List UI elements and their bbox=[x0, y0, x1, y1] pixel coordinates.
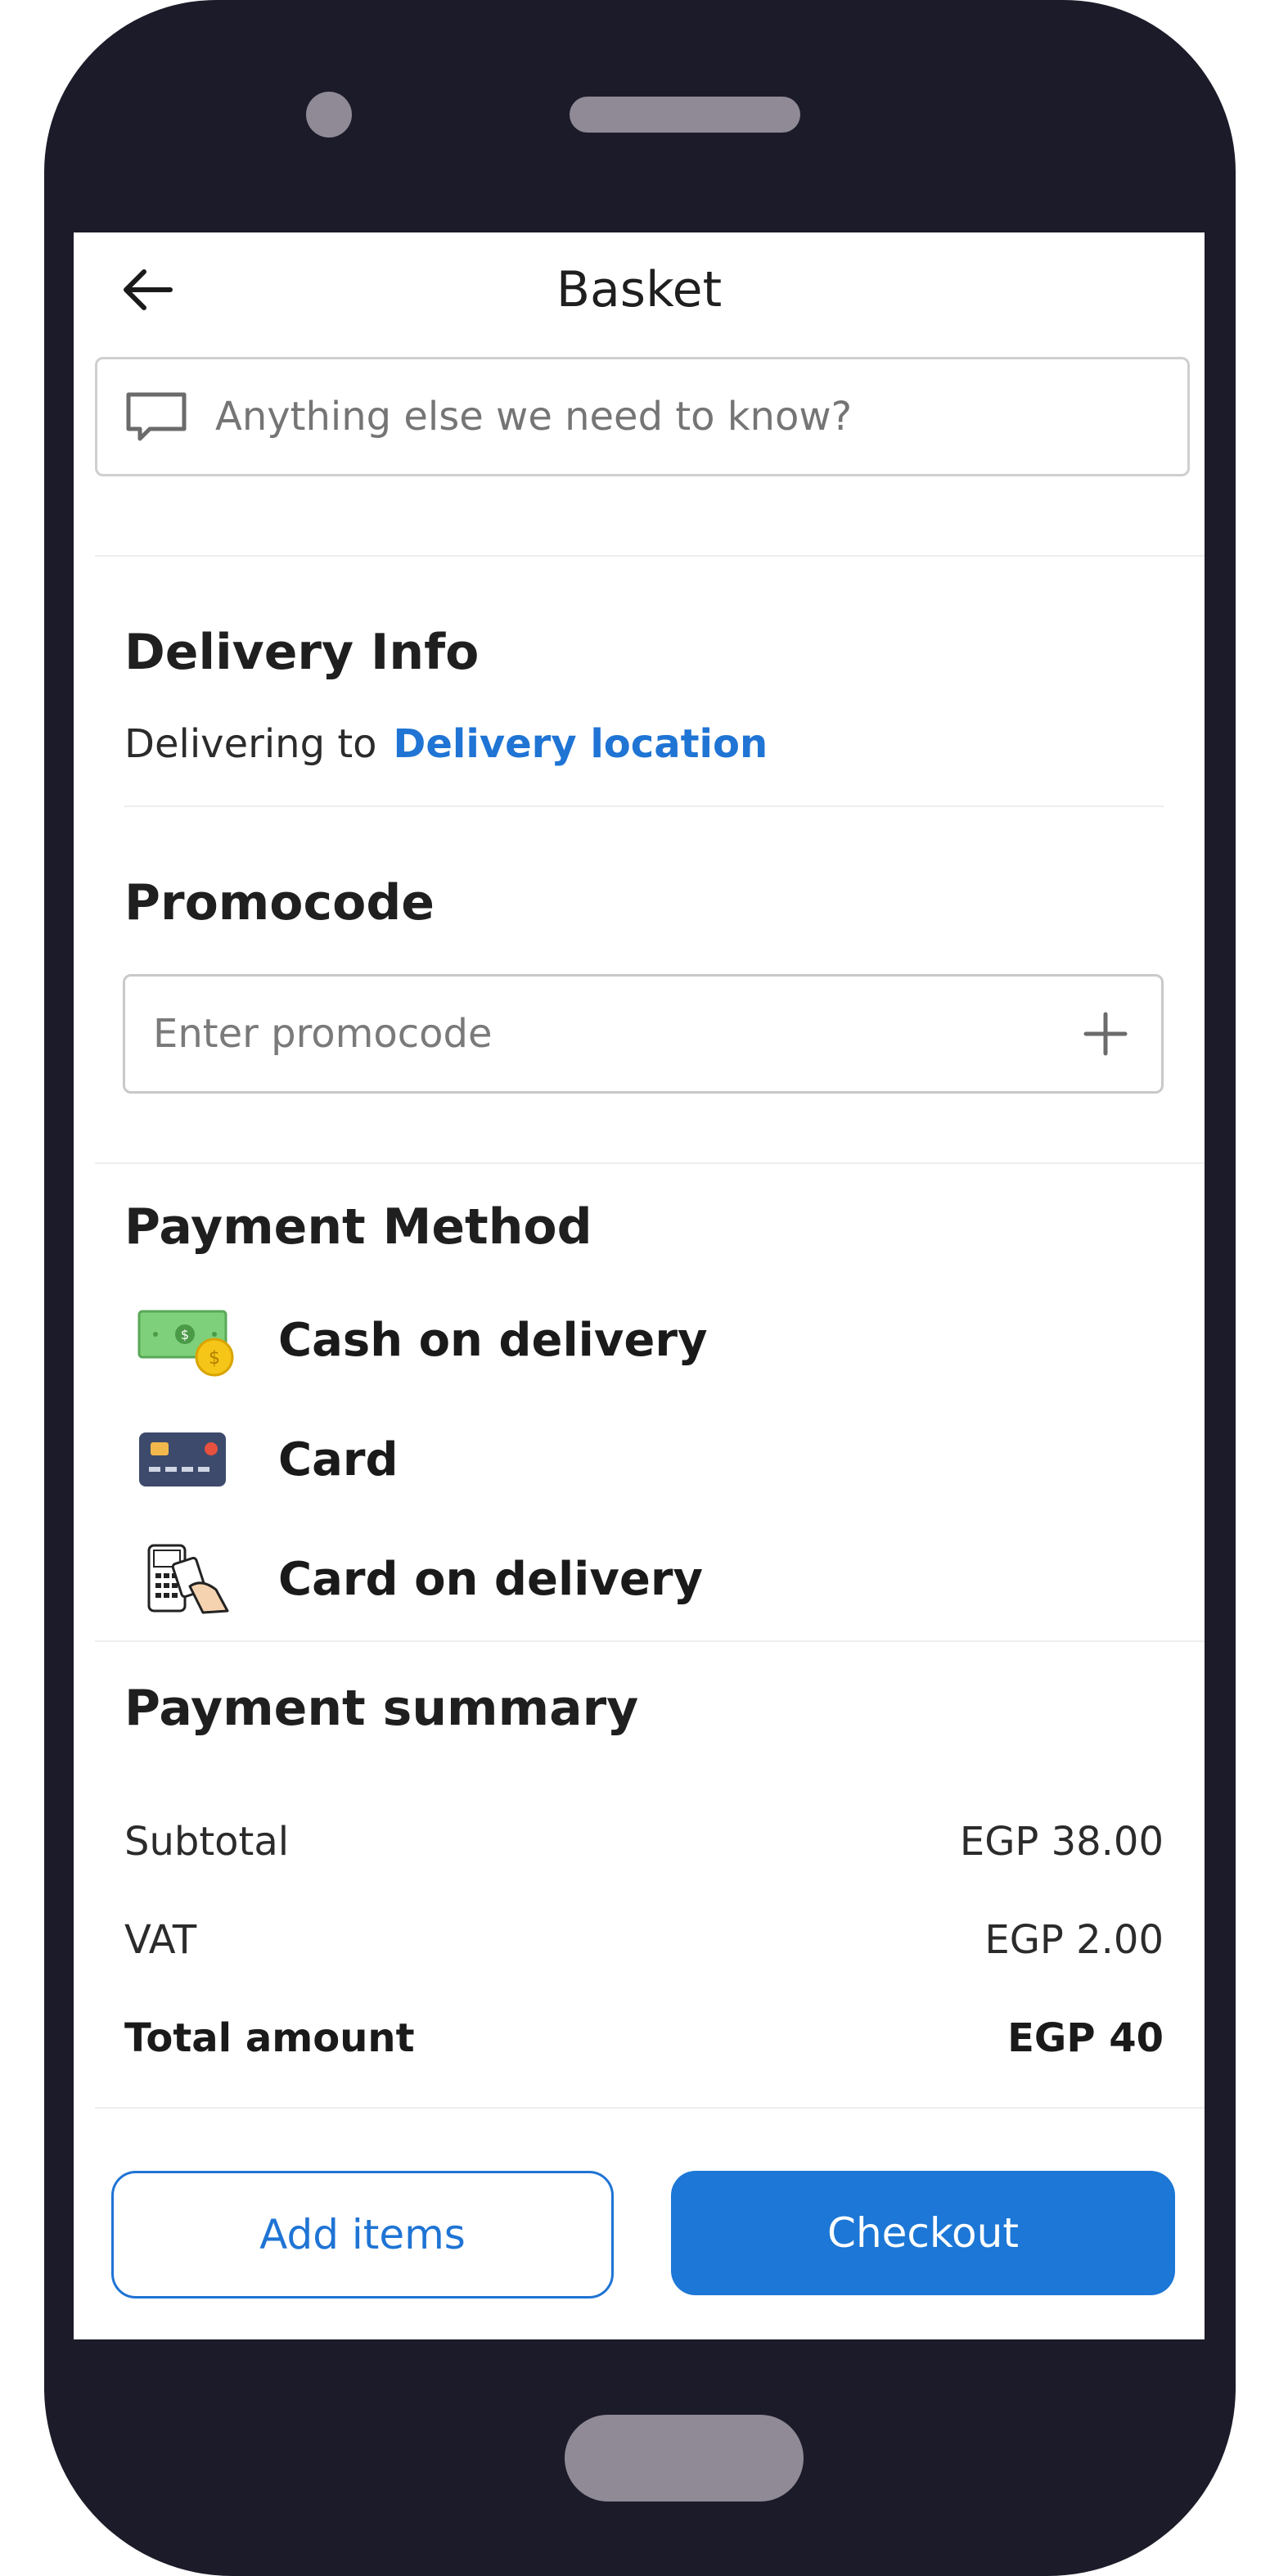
app-screen: Basket Anything else we need to know? De… bbox=[74, 232, 1205, 2339]
delivery-info-heading: Delivery Info bbox=[124, 624, 480, 681]
back-button[interactable] bbox=[115, 257, 180, 323]
promocode-input[interactable]: Enter promocode bbox=[123, 974, 1164, 1094]
arrow-left-icon bbox=[124, 269, 173, 310]
payment-option-label: Cash on delivery bbox=[278, 1313, 708, 1367]
summary-row-subtotal: Subtotal EGP 38.00 bbox=[124, 1809, 1164, 1874]
summary-label: Total amount bbox=[124, 2015, 415, 2061]
page-title: Basket bbox=[556, 261, 723, 318]
summary-label: Subtotal bbox=[124, 1819, 290, 1865]
cash-icon: $ $ bbox=[137, 1310, 234, 1377]
pos-terminal-icon bbox=[147, 1544, 229, 1614]
summary-value: EGP 2.00 bbox=[984, 1917, 1164, 1963]
payment-method-heading: Payment Method bbox=[124, 1198, 592, 1256]
payment-option-label: Card bbox=[278, 1432, 399, 1487]
payment-option-cash[interactable]: $ $ Cash on delivery bbox=[124, 1295, 707, 1385]
svg-text:$: $ bbox=[181, 1327, 189, 1342]
delivery-location-link[interactable]: Delivery location bbox=[394, 715, 768, 773]
payment-option-label: Card on delivery bbox=[278, 1552, 703, 1606]
summary-row-total: Total amount EGP 40 bbox=[124, 2005, 1164, 2071]
order-notes-input[interactable]: Anything else we need to know? bbox=[95, 357, 1190, 476]
divider bbox=[124, 805, 1164, 807]
summary-value: EGP 40 bbox=[1007, 2015, 1164, 2061]
divider bbox=[95, 1640, 1205, 1642]
chat-bubble-icon bbox=[126, 392, 187, 441]
speaker-grille bbox=[570, 97, 800, 133]
camera bbox=[306, 92, 352, 138]
checkout-button[interactable]: Checkout bbox=[671, 2171, 1175, 2295]
divider bbox=[95, 2107, 1205, 2109]
order-notes-placeholder: Anything else we need to know? bbox=[215, 394, 853, 440]
divider bbox=[95, 555, 1205, 557]
payment-option-card[interactable]: Card bbox=[124, 1414, 399, 1505]
promocode-heading: Promocode bbox=[124, 874, 435, 932]
delivering-to-label: Delivering to bbox=[124, 721, 377, 767]
payment-option-card-on-delivery[interactable]: Card on delivery bbox=[124, 1534, 703, 1624]
svg-text:$: $ bbox=[209, 1348, 220, 1369]
summary-row-vat: VAT EGP 2.00 bbox=[124, 1907, 1164, 1973]
payment-summary-heading: Payment summary bbox=[124, 1680, 639, 1737]
credit-card-icon bbox=[139, 1432, 226, 1487]
add-items-button[interactable]: Add items bbox=[111, 2171, 614, 2299]
promocode-placeholder: Enter promocode bbox=[153, 1011, 493, 1057]
home-button[interactable] bbox=[565, 2415, 804, 2502]
divider bbox=[95, 1162, 1205, 1164]
summary-value: EGP 38.00 bbox=[959, 1819, 1164, 1865]
plus-icon[interactable] bbox=[1081, 1009, 1130, 1058]
delivery-line: Delivering to Delivery location bbox=[124, 715, 768, 773]
summary-label: VAT bbox=[124, 1917, 197, 1963]
